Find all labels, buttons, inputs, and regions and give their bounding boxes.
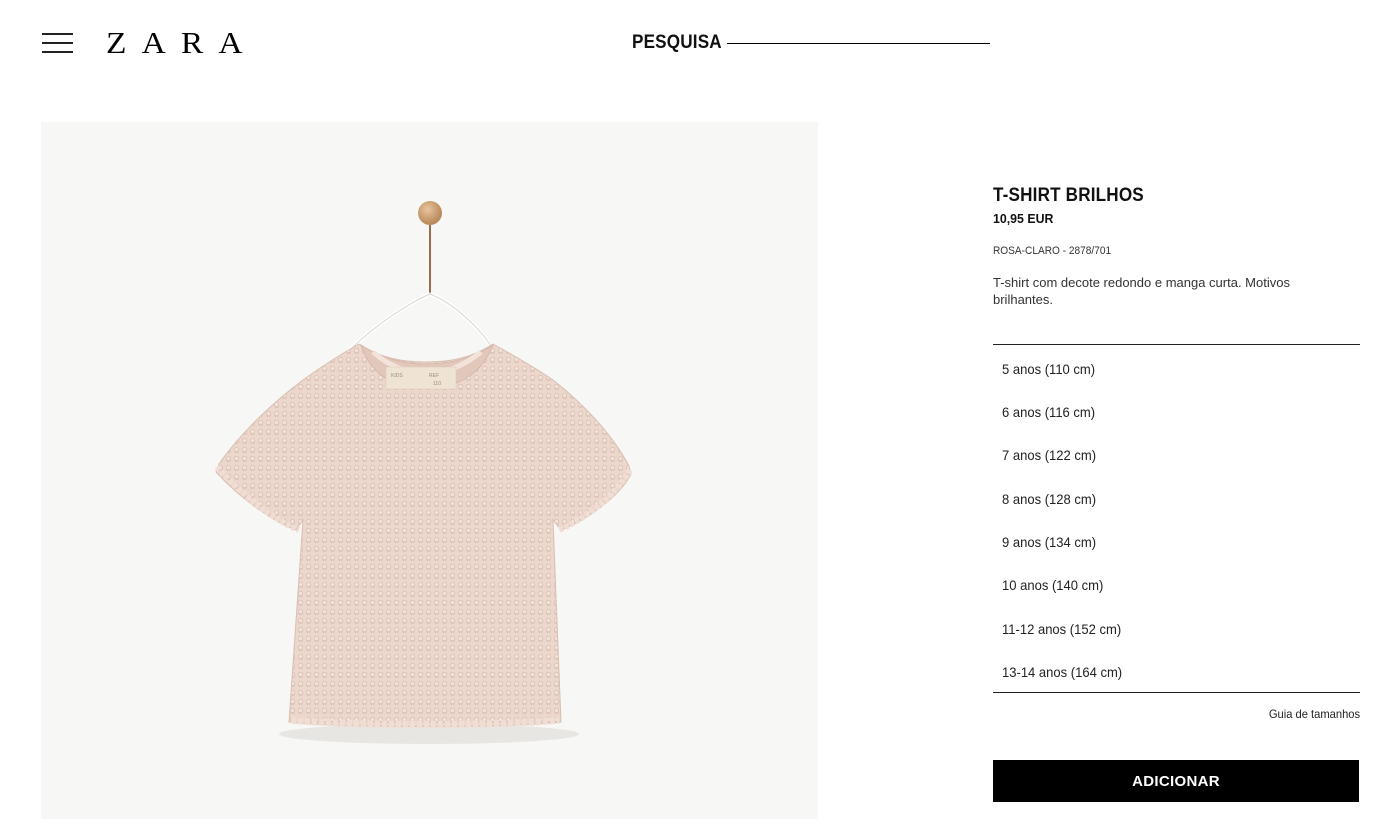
size-option-6[interactable]: 6 anos (116 cm) (1002, 400, 1095, 424)
search-label: PESQUISA (632, 32, 722, 53)
tag-text: KIDS (391, 373, 403, 379)
product-price: 10,95 EUR (993, 211, 1054, 226)
search-field[interactable]: PESQUISA (632, 32, 990, 54)
size-option-13-14[interactable]: 13-14 anos (164 cm) (1002, 660, 1122, 684)
size-option-5[interactable]: 5 anos (110 cm) (1002, 357, 1095, 381)
product-details: T-SHIRT BRILHOS 10,95 EUR ROSA-CLARO - 2… (993, 184, 1360, 308)
menu-icon[interactable] (42, 33, 73, 53)
menu-icon-line (42, 33, 73, 35)
brand-logo[interactable]: ZARA (106, 26, 258, 60)
tshirt-illustration: KIDS REF 110 (214, 201, 633, 744)
menu-icon-line (42, 42, 73, 44)
size-guide-link[interactable]: Guia de tamanhos (1269, 707, 1360, 721)
size-option-11-12[interactable]: 11-12 anos (152 cm) (1002, 617, 1121, 641)
product-image[interactable]: KIDS REF 110 (41, 122, 818, 819)
tag-text: 110 (433, 381, 441, 387)
size-option-7[interactable]: 7 anos (122 cm) (1002, 443, 1096, 467)
size-list: 5 anos (110 cm) 6 anos (116 cm) 7 anos (… (993, 344, 1360, 693)
product-name: T-SHIRT BRILHOS (993, 185, 1144, 206)
product-description: T-shirt com decote redondo e manga curta… (993, 275, 1290, 307)
search-underline (727, 43, 990, 44)
product-reference: ROSA-CLARO - 2878/701 (993, 245, 1112, 257)
size-option-8[interactable]: 8 anos (128 cm) (1002, 487, 1096, 511)
size-option-10[interactable]: 10 anos (140 cm) (1002, 573, 1103, 597)
add-to-cart-button[interactable]: ADICIONAR (993, 760, 1359, 802)
size-option-9[interactable]: 9 anos (134 cm) (1002, 530, 1096, 554)
menu-icon-line (42, 51, 73, 53)
tag-text: REF (429, 373, 439, 379)
product-page: ZARA PESQUISA KIDS REF 110 T-SHIRT BRILH… (0, 0, 1400, 819)
